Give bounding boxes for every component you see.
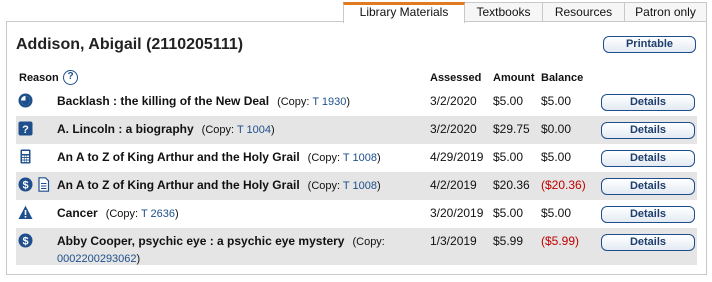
- balance-value: $0.00: [541, 122, 572, 136]
- table-row: An A to Z of King Arthur and the Holy Gr…: [16, 144, 697, 172]
- calculator-icon: [18, 149, 33, 164]
- balance-value: $5.00: [541, 94, 572, 108]
- item-title-cell: A. Lincoln : a biography (Copy: T 1004): [57, 121, 427, 138]
- amount-header: Amount: [493, 72, 535, 84]
- copy-link[interactable]: T 1930: [312, 96, 346, 108]
- details-button[interactable]: Details: [601, 206, 695, 223]
- details-button[interactable]: Details: [601, 150, 695, 167]
- svg-text:?: ?: [22, 124, 29, 136]
- tab-textbooks[interactable]: Textbooks: [464, 2, 543, 21]
- copy-prefix: (Copy:: [307, 152, 343, 164]
- copy-suffix: ): [376, 180, 381, 192]
- assessed-date: 4/2/2019: [430, 178, 477, 192]
- copy-prefix: (Copy:: [277, 96, 313, 108]
- item-title: An A to Z of King Arthur and the Holy Gr…: [57, 150, 300, 164]
- amount-value: $20.36: [493, 178, 530, 192]
- document-icon: [36, 177, 51, 192]
- item-title-cell: An A to Z of King Arthur and the Holy Gr…: [57, 177, 427, 194]
- assessed-date: 3/20/2019: [430, 206, 484, 220]
- copy-link[interactable]: T 1008: [343, 180, 377, 192]
- table-row: ? A. Lincoln : a biography (Copy: T 1004)…: [16, 116, 697, 144]
- copy-suffix: ): [136, 253, 141, 265]
- tab-library-materials[interactable]: Library Materials: [343, 2, 465, 23]
- item-title-cell: Backlash : the killing of the New Deal (C…: [57, 93, 427, 110]
- details-button[interactable]: Details: [601, 178, 695, 195]
- svg-text:$: $: [22, 236, 28, 248]
- amount-value: $5.00: [493, 150, 524, 164]
- overdue-icon: [18, 93, 33, 108]
- balance-value: ($5.99): [541, 234, 580, 248]
- amount-value: $5.00: [493, 94, 524, 108]
- copy-info: (Copy: T 2636): [106, 208, 179, 220]
- details-button[interactable]: Details: [601, 122, 695, 139]
- item-title-cell: Cancer (Copy: T 2636): [57, 205, 427, 222]
- assessed-date: 3/2/2020: [430, 94, 477, 108]
- lost-icon: ?: [18, 121, 33, 136]
- item-title-cell: Abby Cooper, psychic eye : a psychic eye…: [57, 233, 423, 267]
- balance-header: Balance: [541, 72, 584, 84]
- details-button[interactable]: Details: [601, 234, 695, 251]
- copy-info: (Copy: T 1008): [308, 180, 381, 192]
- assessed-date: 3/2/2020: [430, 122, 477, 136]
- copy-info: (Copy: T 1008): [308, 152, 381, 164]
- printable-button[interactable]: Printable: [603, 36, 696, 53]
- balance-value: $5.00: [541, 206, 572, 220]
- table-row: $ Abby Cooper, psychic eye : a psychic e…: [16, 228, 697, 265]
- reason-header: Reason: [19, 72, 59, 84]
- assessed-date: 4/29/2019: [430, 150, 484, 164]
- item-title-cell: An A to Z of King Arthur and the Holy Gr…: [57, 149, 427, 166]
- assessed-date: 1/3/2019: [430, 234, 477, 248]
- dollar-icon: $: [18, 177, 33, 192]
- copy-link[interactable]: T 1004: [237, 124, 271, 136]
- item-title: Backlash : the killing of the New Deal: [57, 94, 270, 108]
- balance-value: ($20.36): [541, 178, 586, 192]
- table-row: Backlash : the killing of the New Deal (C…: [16, 88, 697, 116]
- copy-prefix: (Copy:: [352, 236, 385, 248]
- warning-icon: [18, 205, 33, 220]
- table-row: $ An A to Z of King Arthur and the Holy …: [16, 172, 697, 200]
- assessed-header: Assessed: [430, 72, 482, 84]
- item-title: Cancer: [57, 206, 98, 220]
- table-row: Cancer (Copy: T 2636) 3/20/2019 $5.00 $5.…: [16, 200, 697, 228]
- help-icon[interactable]: ?: [63, 70, 78, 85]
- copy-suffix: ): [346, 96, 351, 108]
- details-button[interactable]: Details: [601, 94, 695, 111]
- item-title: A. Lincoln : a biography: [57, 122, 194, 136]
- copy-prefix: (Copy:: [105, 208, 141, 220]
- item-title: Abby Cooper, psychic eye : a psychic eye…: [57, 234, 345, 248]
- copy-link[interactable]: T 2636: [141, 208, 175, 220]
- tab-resources[interactable]: Resources: [542, 2, 625, 21]
- copy-suffix: ): [271, 124, 275, 136]
- copy-prefix: (Copy:: [201, 124, 237, 136]
- dollar-icon: $: [18, 233, 33, 248]
- amount-value: $29.75: [493, 122, 530, 136]
- copy-info: (Copy: T 1930): [277, 96, 350, 108]
- item-title: An A to Z of King Arthur and the Holy Gr…: [57, 178, 300, 192]
- copy-prefix: (Copy:: [307, 180, 343, 192]
- copy-link[interactable]: 0002200293062: [57, 253, 137, 265]
- amount-value: $5.99: [493, 234, 524, 248]
- tab-patron-only[interactable]: Patron only: [624, 2, 707, 21]
- balance-value: $5.00: [541, 150, 572, 164]
- copy-info: (Copy: T 1004): [202, 124, 275, 136]
- patron-name: Addison, Abigail (2110205111): [16, 36, 244, 53]
- tab-bar: Library Materials Textbooks Resources Pa…: [343, 2, 707, 23]
- fines-panel: Addison, Abigail (2110205111) Printable …: [6, 21, 707, 275]
- svg-text:$: $: [22, 180, 28, 192]
- amount-value: $5.00: [493, 206, 524, 220]
- copy-suffix: ): [376, 152, 381, 164]
- copy-suffix: ): [175, 208, 179, 220]
- copy-link[interactable]: T 1008: [343, 152, 377, 164]
